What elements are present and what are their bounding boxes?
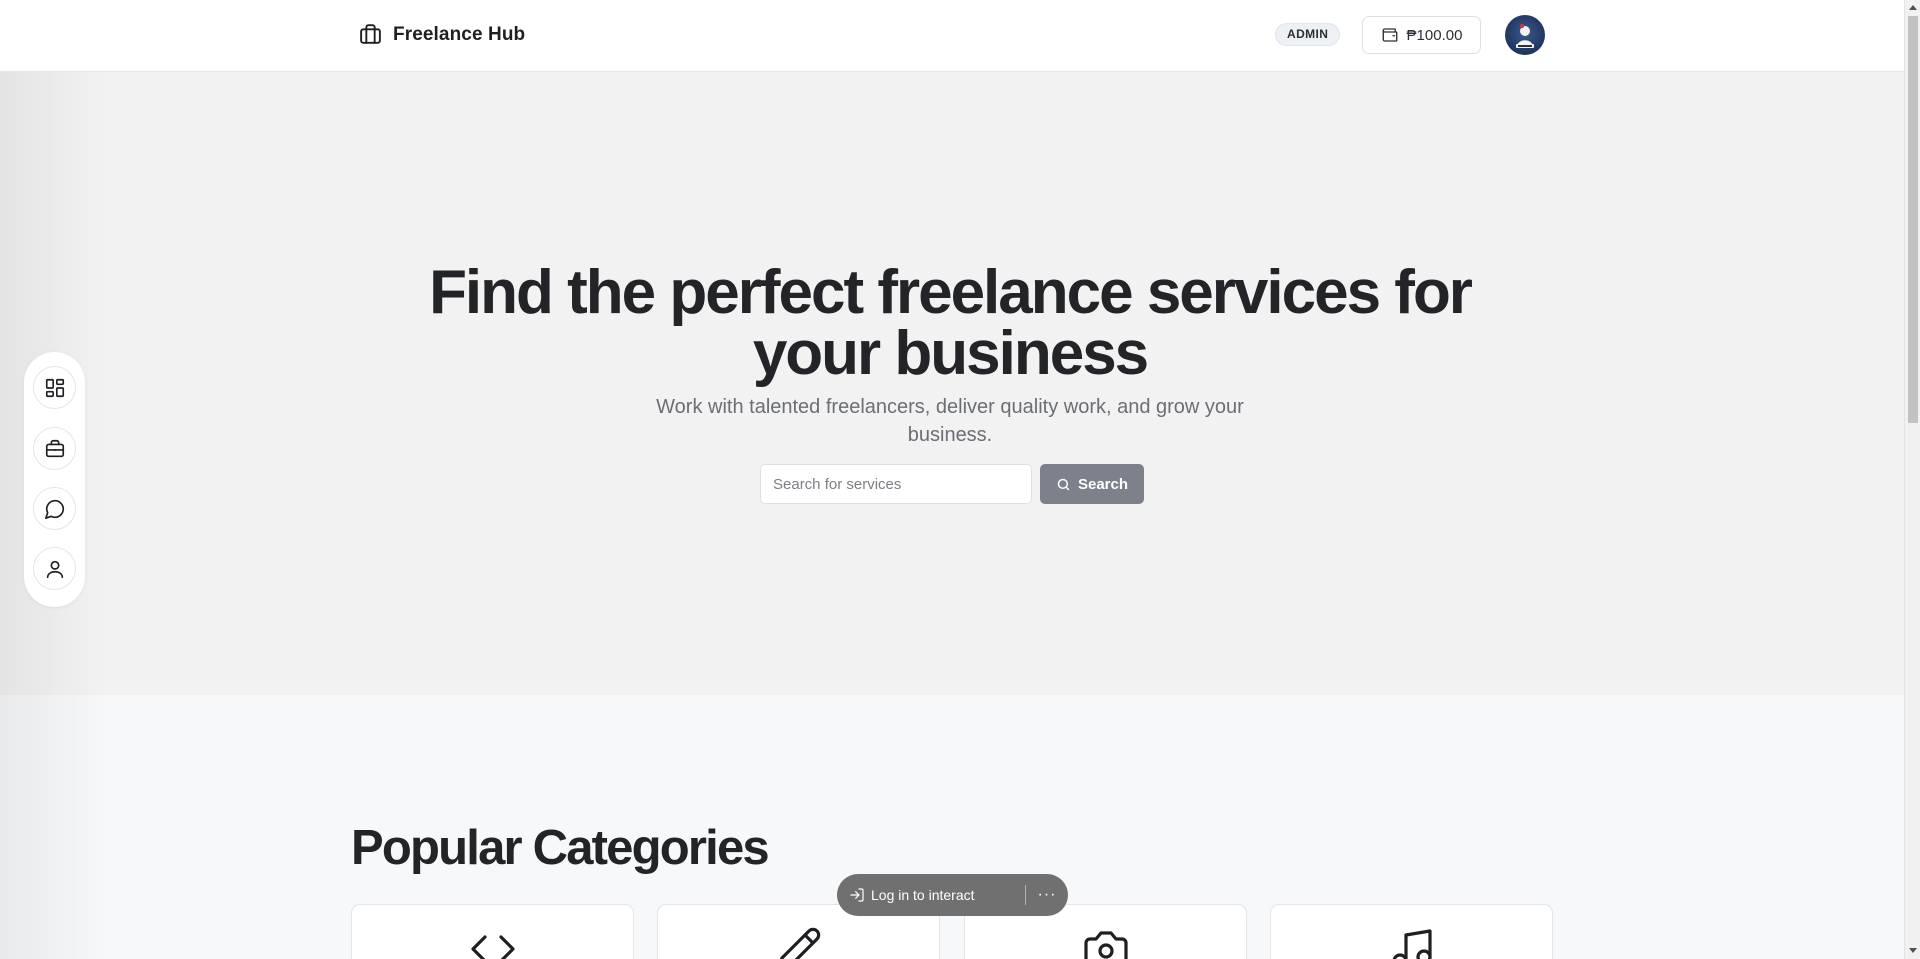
scroll-thumb[interactable]	[1908, 16, 1918, 423]
search-icon	[1057, 478, 1070, 490]
brand-link[interactable]: Freelance Hub	[358, 22, 525, 47]
dashboard-icon	[45, 378, 64, 397]
avatar-icon	[1516, 23, 1534, 48]
message-icon	[44, 499, 64, 519]
hero-section: Find the perfect freelance services for …	[0, 72, 1904, 695]
search-button-label: Search	[1077, 475, 1129, 493]
log-in-icon	[850, 888, 864, 902]
admin-badge: ADMIN	[1275, 23, 1341, 46]
wallet-balance: ₱100.00	[1406, 26, 1463, 44]
more-icon: ···	[1037, 886, 1057, 903]
music-icon	[1392, 929, 1432, 959]
user-avatar[interactable]	[1505, 15, 1545, 55]
side-rail	[24, 352, 85, 607]
login-label: Log in to interact	[871, 887, 975, 903]
briefcase-icon	[360, 24, 381, 44]
page: Freelance Hub ADMIN ₱100.00 Find the per…	[0, 0, 1920, 959]
scroll-up-arrow-icon[interactable]	[1909, 5, 1917, 10]
user-icon	[46, 560, 63, 578]
section-title: Popular Categories	[351, 821, 770, 875]
category-card[interactable]	[1270, 904, 1553, 959]
scroll-down-arrow-icon[interactable]	[1909, 948, 1917, 953]
page-scrollbar[interactable]	[1904, 0, 1920, 959]
category-card[interactable]	[351, 904, 634, 959]
more-options-button[interactable]: ···	[1026, 874, 1068, 916]
search-bar: Search	[760, 464, 1144, 504]
hero-subtitle: Work with talented freelancers, deliver …	[656, 396, 1244, 446]
briefcase-icon	[45, 439, 64, 457]
wallet-icon	[1382, 28, 1397, 42]
search-button[interactable]: Search	[1040, 464, 1144, 504]
search-input[interactable]	[760, 464, 1032, 504]
brand-name: Freelance Hub	[393, 23, 526, 45]
categories-section: Popular Categories	[0, 695, 1904, 959]
login-prompt-pill: Log in to interact ···	[837, 874, 1068, 916]
login-button[interactable]: Log in to interact	[837, 887, 1025, 903]
pencil-icon	[779, 927, 820, 959]
top-header: Freelance Hub ADMIN ₱100.00	[0, 0, 1904, 72]
rail-dashboard-button[interactable]	[33, 366, 76, 409]
rail-profile-button[interactable]	[33, 547, 76, 590]
rail-messages-button[interactable]	[33, 487, 76, 530]
wallet-button[interactable]: ₱100.00	[1362, 16, 1481, 54]
camera-icon	[1083, 931, 1128, 959]
rail-jobs-button[interactable]	[33, 427, 76, 470]
code-icon	[470, 935, 515, 959]
hero-title: Find the perfect freelance services for …	[429, 258, 1473, 388]
